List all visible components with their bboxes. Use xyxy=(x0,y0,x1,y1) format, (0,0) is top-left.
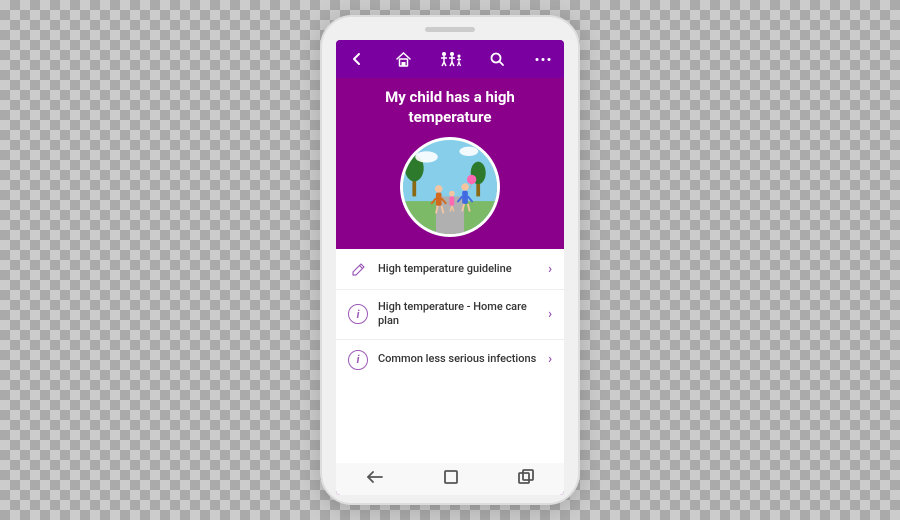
page-title: My child has a high temperature xyxy=(352,88,548,127)
header-section: My child has a high temperature xyxy=(336,78,564,249)
phone-device: My child has a high temperature xyxy=(320,15,580,505)
menu-item-homecare[interactable]: i High temperature - Home care plan › xyxy=(336,290,564,340)
infections-chevron: › xyxy=(548,352,552,367)
phone-speaker xyxy=(425,27,475,32)
infections-label: Common less serious infections xyxy=(378,352,548,366)
home-nav-button[interactable] xyxy=(443,469,459,489)
menu-item-guideline[interactable]: High temperature guideline › xyxy=(336,249,564,290)
info-icon-homecare: i xyxy=(348,304,368,324)
home-button[interactable] xyxy=(393,48,415,70)
guideline-label: High temperature guideline xyxy=(378,262,548,276)
more-button[interactable] xyxy=(532,48,554,70)
recent-nav-button[interactable] xyxy=(518,469,534,489)
guideline-chevron: › xyxy=(548,262,552,277)
back-button[interactable] xyxy=(346,48,368,70)
back-nav-button[interactable] xyxy=(366,470,384,488)
pencil-icon xyxy=(348,259,368,279)
menu-section: High temperature guideline › i High temp… xyxy=(336,249,564,463)
hero-image xyxy=(352,137,548,237)
phone-screen: My child has a high temperature xyxy=(336,40,564,495)
nav-bar xyxy=(336,40,564,78)
info-icon-infections: i xyxy=(348,350,368,370)
homecare-chevron: › xyxy=(548,307,552,322)
hero-circle xyxy=(400,137,500,237)
bottom-nav xyxy=(336,463,564,495)
homecare-label: High temperature - Home care plan xyxy=(378,300,548,329)
family-button[interactable] xyxy=(439,48,461,70)
menu-item-infections[interactable]: i Common less serious infections › xyxy=(336,340,564,380)
search-button[interactable] xyxy=(486,48,508,70)
